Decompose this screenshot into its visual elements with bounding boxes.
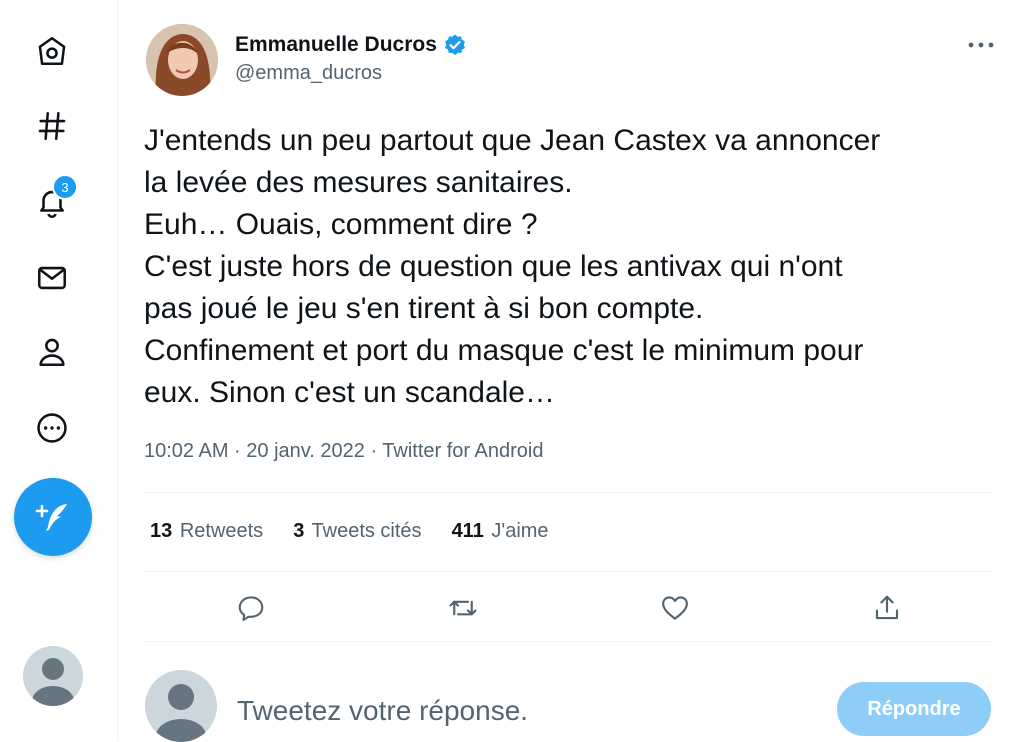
notifications-badge: 3 [52, 174, 78, 200]
author-name[interactable]: Emmanuelle Ducros [235, 33, 437, 57]
likes-stat[interactable]: 411 J'aime [452, 520, 549, 543]
share-upload-icon [875, 595, 899, 620]
more-dots-icon [968, 42, 994, 48]
tweet-timestamp-source[interactable]: 10:02 AM · 20 janv. 2022 · Twitter for A… [144, 440, 543, 463]
quote-tweets-stat[interactable]: 3 Tweets cités [293, 520, 421, 543]
retweet-arrows-icon [449, 600, 477, 616]
like-button[interactable] [652, 585, 698, 631]
home-icon[interactable] [28, 27, 76, 75]
tweet-text-line: Euh… Ouais, comment dire ? [144, 208, 538, 241]
tweet-text-line: la levée des mesures sanitaires. [144, 166, 573, 199]
tweet-stats: 13 Retweets 3 Tweets cités 411 J'aime [150, 520, 549, 543]
heart-icon [662, 596, 688, 620]
quotes-count: 3 [293, 520, 305, 542]
reply-input[interactable] [235, 690, 799, 732]
author-name-row: Emmanuelle Ducros [235, 33, 467, 57]
messages-envelope-icon[interactable] [28, 254, 76, 302]
reply-user-avatar [145, 670, 217, 742]
retweets-stat[interactable]: 13 Retweets [150, 520, 263, 543]
likes-label: J'aime [491, 520, 549, 542]
retweets-label: Retweets [179, 520, 264, 542]
feather-plus-icon [35, 504, 67, 531]
profile-person-icon[interactable] [28, 328, 76, 376]
quotes-label: Tweets cités [311, 520, 422, 542]
tweet-actions [118, 585, 1012, 631]
divider [144, 571, 994, 572]
retweet-button[interactable] [440, 585, 486, 631]
share-button[interactable] [864, 585, 910, 631]
verified-badge-icon [444, 34, 465, 55]
tweet-text-line: C'est juste hors de question que les ant… [144, 250, 843, 283]
retweets-count: 13 [150, 520, 173, 542]
explore-hashtag-icon[interactable] [28, 102, 76, 150]
reply-bubble-icon [238, 596, 264, 621]
reply-submit-button[interactable]: Répondre [837, 682, 991, 736]
author-avatar[interactable] [146, 24, 218, 96]
sidebar-nav: 3 [0, 0, 118, 741]
likes-count: 411 [451, 520, 484, 542]
reply-button[interactable] [228, 585, 274, 631]
tweet-text-line: pas joué le jeu s'en tirent à si bon com… [144, 292, 704, 325]
compose-tweet-button[interactable] [14, 478, 92, 556]
divider [144, 641, 994, 642]
more-options-icon[interactable] [28, 404, 76, 452]
account-avatar[interactable] [23, 646, 83, 706]
tweet-text-line: J'entends un peu partout que Jean Castex… [144, 124, 881, 157]
author-handle[interactable]: @emma_ducros [235, 62, 382, 85]
tweet-text: J'entends un peu partout que Jean Castex… [144, 120, 994, 414]
divider [144, 492, 994, 493]
tweet-text-line: eux. Sinon c'est un scandale… [144, 376, 555, 409]
tweet-text-line: Confinement et port du masque c'est le m… [144, 334, 864, 367]
tweet-detail: Emmanuelle Ducros @emma_ducros J'entends… [118, 0, 1012, 742]
tweet-more-button[interactable] [961, 30, 1001, 60]
